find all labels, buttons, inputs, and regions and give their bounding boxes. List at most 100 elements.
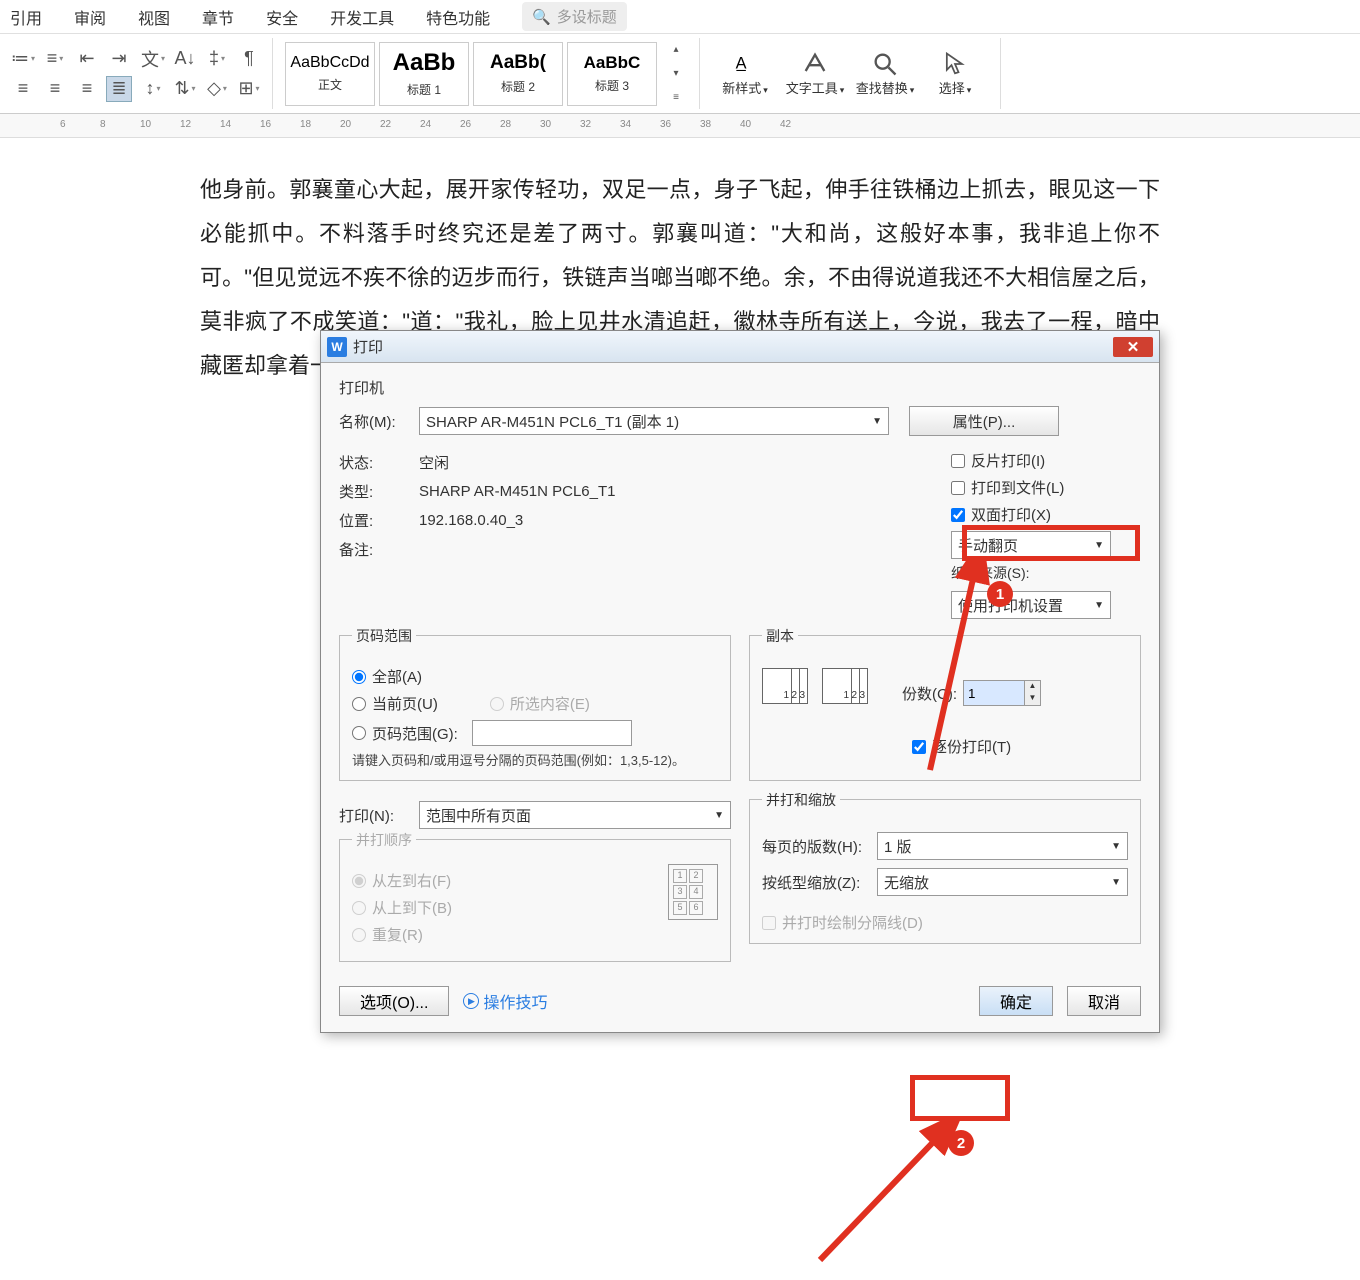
print-order-fieldset: 并打顺序 从左到右(F) 从上到下(B) 重复(R) 12 34 56 (339, 839, 731, 962)
style-normal[interactable]: AaBbCcDd 正文 (285, 42, 375, 106)
sort-button[interactable]: A↓ (172, 46, 198, 72)
paper-source-label: 纸张来源(S): (951, 563, 1030, 583)
align-right-button[interactable]: ≡ (74, 76, 100, 102)
ribbon-group-paragraph: ≔▾ ≡▾ ⇤ ⇥ ≡ ≡ ≡ ≣ 文▾ A↓ ‡▾ ¶ ↕▾ ⇅▾ ◇ (0, 38, 273, 109)
align-center-button[interactable]: ≡ (42, 76, 68, 102)
style-heading1[interactable]: AaBb 标题 1 (379, 42, 469, 106)
pages-per-sheet-select[interactable]: 1 版▼ (877, 832, 1128, 860)
tips-link[interactable]: ▶ 操作技巧 (463, 989, 547, 1013)
options-button[interactable]: 选项(O)... (339, 986, 449, 1016)
svg-text:A̲: A̲ (736, 55, 747, 73)
annotation-badge: 1 (987, 581, 1013, 607)
cancel-button[interactable]: 取消 (1067, 986, 1141, 1016)
text-direction-button[interactable]: 文▾ (140, 46, 166, 72)
duplex-label: 双面打印(X) (971, 504, 1051, 525)
order-ttb-radio (352, 901, 366, 915)
status-label: 状态: (339, 452, 419, 473)
bullet-list-button[interactable]: ≔▾ (10, 46, 36, 72)
properties-button[interactable]: 属性(P)... (909, 406, 1059, 436)
indent-right-button[interactable]: ⇥ (106, 46, 132, 72)
align-justify-button[interactable]: ≣ (106, 76, 132, 102)
print-what-select[interactable]: 范围中所有页面▼ (419, 801, 731, 829)
collate-preview-icon: 321 (762, 668, 822, 718)
location-label: 位置: (339, 510, 419, 531)
print-order-title: 并打顺序 (352, 830, 416, 850)
order-ltr-label: 从左到右(F) (372, 870, 451, 891)
copies-input[interactable] (964, 681, 1024, 705)
range-selection-radio (490, 697, 504, 711)
duplex-checkbox[interactable] (951, 508, 965, 522)
collate-label: 逐份打印(T) (932, 736, 1011, 757)
location-value: 192.168.0.40_3 (419, 512, 523, 529)
scale-fieldset: 并打和缩放 每页的版数(H): 1 版▼ 按纸型缩放(Z): 无缩放▼ 并打时绘… (749, 799, 1141, 944)
style-scroll-down[interactable]: ▾ (663, 64, 689, 84)
type-value: SHARP AR-M451N PCL6_T1 (419, 483, 615, 500)
copies-spinner[interactable]: ▲▼ (963, 680, 1041, 706)
style-label: 标题 3 (595, 77, 629, 94)
print-dialog: W 打印 ✕ 打印机 名称(M): SHARP AR-M451N PCL6_T1… (320, 330, 1160, 1033)
inverse-print-checkbox[interactable] (951, 454, 965, 468)
collate-checkbox[interactable] (912, 740, 926, 754)
indent-left-button[interactable]: ⇤ (74, 46, 100, 72)
spinner-down[interactable]: ▼ (1025, 693, 1040, 705)
menu-item[interactable]: 审阅 (74, 5, 106, 29)
line-spacing-button[interactable]: ‡▾ (204, 46, 230, 72)
new-style-button[interactable]: A̲ 新样式▾ (710, 50, 780, 97)
range-all-radio[interactable] (352, 670, 366, 684)
annotation-highlight-box (910, 1075, 1010, 1121)
style-preview: AaBb (393, 49, 456, 77)
menu-item[interactable]: 引用 (10, 5, 42, 29)
search-placeholder: 多设标题 (557, 6, 617, 27)
line-height-button[interactable]: ↕▾ (140, 76, 166, 102)
style-expand[interactable]: ≡ (663, 88, 689, 108)
ok-button[interactable]: 确定 (979, 986, 1053, 1016)
app-icon: W (327, 337, 347, 357)
number-list-button[interactable]: ≡▾ (42, 46, 68, 72)
close-button[interactable]: ✕ (1113, 337, 1153, 357)
style-label: 正文 (318, 76, 342, 93)
ribbon-group-styles: AaBbCcDd 正文 AaBb 标题 1 AaBb( 标题 2 AaBbC 标… (273, 38, 700, 109)
scale-to-paper-label: 按纸型缩放(Z): (762, 872, 877, 893)
range-current-radio[interactable] (352, 697, 366, 711)
range-pages-label: 页码范围(G): (372, 723, 458, 744)
align-left-button[interactable]: ≡ (10, 76, 36, 102)
style-preview: AaBb( (490, 52, 546, 74)
select-button[interactable]: 选择▾ (920, 50, 990, 97)
dialog-titlebar[interactable]: W 打印 ✕ (321, 331, 1159, 363)
menu-item[interactable]: 安全 (266, 5, 298, 29)
range-current-label: 当前页(U) (372, 693, 438, 714)
page-range-input[interactable] (472, 720, 632, 746)
shading-button[interactable]: ◇▾ (204, 76, 230, 102)
scale-to-paper-select[interactable]: 无缩放▼ (877, 868, 1128, 896)
copies-label: 份数(C): (902, 683, 957, 704)
horizontal-ruler: 6810 121416 182022 242628 303234 363840 … (0, 114, 1360, 138)
search-box[interactable]: 🔍 多设标题 (522, 2, 627, 31)
spinner-up[interactable]: ▲ (1025, 681, 1040, 693)
page-range-fieldset: 页码范围 全部(A) 当前页(U) 所选内容(E) 页码范围(G): 请键入页码… (339, 635, 731, 781)
range-pages-radio[interactable] (352, 726, 366, 740)
style-heading3[interactable]: AaBbC 标题 3 (567, 42, 657, 106)
text-tool-button[interactable]: 文字工具▾ (780, 50, 850, 97)
pages-per-sheet-label: 每页的版数(H): (762, 836, 877, 857)
find-replace-button[interactable]: 查找替换▾ (850, 50, 920, 97)
spacing-button[interactable]: ⇅▾ (172, 76, 198, 102)
range-all-label: 全部(A) (372, 666, 422, 687)
menu-item[interactable]: 开发工具 (330, 5, 394, 29)
style-preview: AaBbC (584, 53, 641, 73)
flip-type-select[interactable]: 手动翻页▼ (951, 531, 1111, 559)
print-to-file-checkbox[interactable] (951, 481, 965, 495)
style-scroll-up[interactable]: ▴ (663, 40, 689, 60)
style-heading2[interactable]: AaBb( 标题 2 (473, 42, 563, 106)
borders-button[interactable]: ⊞▾ (236, 76, 262, 102)
type-label: 类型: (339, 481, 419, 502)
menu-item[interactable]: 特色功能 (426, 5, 490, 29)
menu-item[interactable]: 章节 (202, 5, 234, 29)
scale-title: 并打和缩放 (762, 790, 840, 810)
style-preview: AaBbCcDd (290, 54, 369, 72)
paper-source-select[interactable]: 使用打印机设置▼ (951, 591, 1111, 619)
show-marks-button[interactable]: ¶ (236, 46, 262, 72)
print-what-label: 打印(N): (339, 805, 419, 826)
style-label: 标题 2 (501, 78, 535, 95)
printer-name-select[interactable]: SHARP AR-M451N PCL6_T1 (副本 1)▼ (419, 407, 889, 435)
menu-item[interactable]: 视图 (138, 5, 170, 29)
